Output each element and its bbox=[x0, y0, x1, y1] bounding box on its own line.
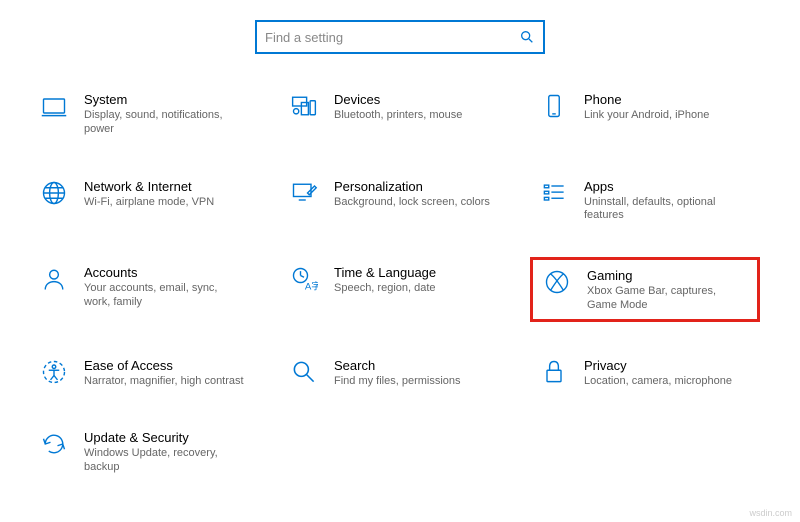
svg-text:A字: A字 bbox=[305, 281, 318, 293]
category-update-security[interactable]: Update & Security Windows Update, recove… bbox=[30, 422, 260, 481]
category-title: Search bbox=[334, 358, 461, 373]
search-icon bbox=[288, 356, 320, 388]
category-desc: Windows Update, recovery, backup bbox=[84, 447, 244, 475]
search-input[interactable] bbox=[265, 30, 519, 45]
category-title: Personalization bbox=[334, 179, 490, 194]
devices-icon bbox=[288, 90, 320, 122]
category-desc: Display, sound, notifications, power bbox=[84, 109, 244, 137]
category-desc: Wi-Fi, airplane mode, VPN bbox=[84, 196, 214, 210]
person-icon bbox=[38, 263, 70, 295]
category-title: Devices bbox=[334, 92, 462, 107]
category-title: Time & Language bbox=[334, 265, 436, 280]
system-icon bbox=[38, 90, 70, 122]
globe-icon bbox=[38, 177, 70, 209]
category-title: Update & Security bbox=[84, 430, 244, 445]
category-desc: Link your Android, iPhone bbox=[584, 109, 709, 123]
category-desc: Location, camera, microphone bbox=[584, 375, 732, 389]
category-privacy[interactable]: Privacy Location, camera, microphone bbox=[530, 350, 760, 395]
update-icon bbox=[38, 428, 70, 460]
apps-icon bbox=[538, 177, 570, 209]
category-desc: Narrator, magnifier, high contrast bbox=[84, 375, 244, 389]
category-title: Privacy bbox=[584, 358, 732, 373]
lock-icon bbox=[538, 356, 570, 388]
xbox-icon bbox=[541, 266, 573, 298]
category-accounts[interactable]: Accounts Your accounts, email, sync, wor… bbox=[30, 257, 260, 322]
category-network[interactable]: Network & Internet Wi-Fi, airplane mode,… bbox=[30, 171, 260, 230]
category-desc: Find my files, permissions bbox=[334, 375, 461, 389]
category-desc: Your accounts, email, sync, work, family bbox=[84, 282, 244, 310]
search-box[interactable] bbox=[255, 20, 545, 54]
category-desc: Bluetooth, printers, mouse bbox=[334, 109, 462, 123]
category-desc: Uninstall, defaults, optional features bbox=[584, 196, 744, 224]
category-title: Gaming bbox=[587, 268, 747, 283]
category-system[interactable]: System Display, sound, notifications, po… bbox=[30, 84, 260, 143]
personalization-icon bbox=[288, 177, 320, 209]
category-gaming[interactable]: Gaming Xbox Game Bar, captures, Game Mod… bbox=[530, 257, 760, 322]
category-title: Accounts bbox=[84, 265, 244, 280]
time-language-icon: A字 bbox=[288, 263, 320, 295]
settings-grid: System Display, sound, notifications, po… bbox=[0, 84, 800, 481]
category-phone[interactable]: Phone Link your Android, iPhone bbox=[530, 84, 760, 143]
phone-icon bbox=[538, 90, 570, 122]
category-title: Ease of Access bbox=[84, 358, 244, 373]
category-title: Network & Internet bbox=[84, 179, 214, 194]
category-title: System bbox=[84, 92, 244, 107]
category-time-language[interactable]: A字 Time & Language Speech, region, date bbox=[280, 257, 510, 322]
category-title: Apps bbox=[584, 179, 744, 194]
ease-of-access-icon bbox=[38, 356, 70, 388]
search-icon bbox=[519, 29, 535, 45]
category-desc: Background, lock screen, colors bbox=[334, 196, 490, 210]
category-desc: Speech, region, date bbox=[334, 282, 436, 296]
category-search[interactable]: Search Find my files, permissions bbox=[280, 350, 510, 395]
watermark: wsdin.com bbox=[749, 508, 792, 518]
category-title: Phone bbox=[584, 92, 709, 107]
category-apps[interactable]: Apps Uninstall, defaults, optional featu… bbox=[530, 171, 760, 230]
category-ease-of-access[interactable]: Ease of Access Narrator, magnifier, high… bbox=[30, 350, 260, 395]
category-desc: Xbox Game Bar, captures, Game Mode bbox=[587, 285, 747, 313]
category-personalization[interactable]: Personalization Background, lock screen,… bbox=[280, 171, 510, 230]
category-devices[interactable]: Devices Bluetooth, printers, mouse bbox=[280, 84, 510, 143]
